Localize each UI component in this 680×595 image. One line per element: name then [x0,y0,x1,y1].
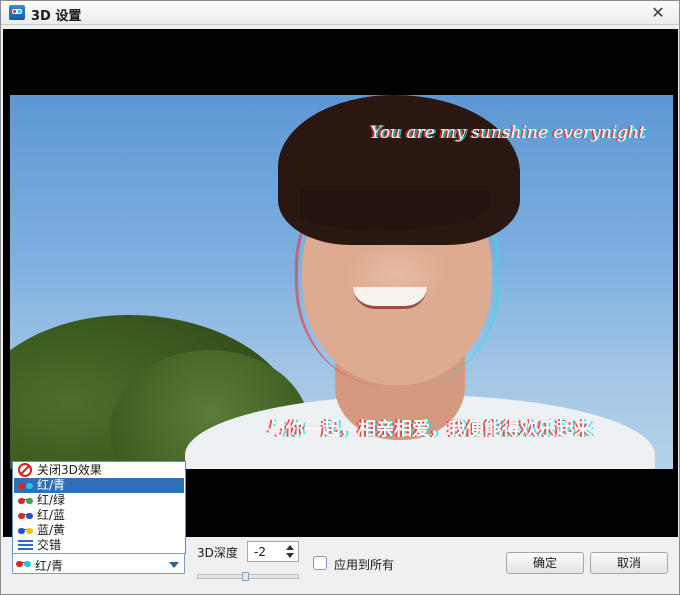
red-cyan-glasses-icon [16,560,32,568]
option-blue-yellow[interactable]: 蓝/黄 [14,523,184,538]
mode-dropdown-list: 关闭3D效果 红/青 红/绿 红/蓝 蓝/黄 交错 [12,461,186,554]
app-3d-icon [9,5,25,20]
depth-slider[interactable] [197,572,299,581]
3d-mode-select[interactable]: 红/青 [12,553,185,574]
video-frame: You are my sunshine everynight 与你一起，相亲相爱… [10,95,673,469]
chevron-down-icon[interactable] [169,562,179,568]
red-green-glasses-icon [18,497,34,505]
option-interlaced[interactable]: 交错 [14,538,184,553]
3d-settings-window: 3D 设置 ✕ You are my sunshine everynight 与… [0,0,680,595]
smile [353,287,427,309]
option-red-cyan[interactable]: 红/青 [14,478,184,493]
depth-value[interactable]: -2 [254,545,266,559]
cancel-button[interactable]: 取消 [590,552,668,574]
depth-spinner[interactable]: -2 [247,541,299,562]
depth-slider-thumb[interactable] [242,572,249,581]
depth-label: 3D深度 [197,546,238,560]
window-title: 3D 设置 [31,9,82,24]
option-disable-3d[interactable]: 关闭3D效果 [14,463,184,478]
red-cyan-glasses-icon [18,482,34,490]
title-bar: 3D 设置 ✕ [1,1,679,25]
ok-button[interactable]: 确定 [506,552,584,574]
option-red-green[interactable]: 红/绿 [14,493,184,508]
no-3d-icon [18,463,32,477]
option-red-blue[interactable]: 红/蓝 [14,508,184,523]
option-label: 红/青 [37,478,66,492]
option-label: 蓝/黄 [37,523,66,537]
red-blue-glasses-icon [18,512,34,520]
selected-mode-label: 红/青 [35,559,64,573]
option-label: 交错 [37,538,62,552]
hair [278,95,520,245]
option-label: 红/蓝 [37,508,66,522]
blue-yellow-glasses-icon [18,527,34,535]
apply-to-all-checkbox[interactable] [313,556,327,570]
spin-down-arrow-icon[interactable] [285,552,296,561]
option-label: 关闭3D效果 [37,463,102,477]
spin-up-arrow-icon[interactable] [285,543,296,552]
apply-to-all-label[interactable]: 应用到所有 [334,556,394,573]
subtitle-chinese: 与你一起，相亲相爱，我便能得欢乐起来 [268,419,592,440]
option-label: 红/绿 [37,493,66,507]
subtitle-english: You are my sunshine everynight [370,123,646,143]
interlaced-lines-icon [18,540,33,551]
close-button[interactable]: ✕ [647,3,669,22]
